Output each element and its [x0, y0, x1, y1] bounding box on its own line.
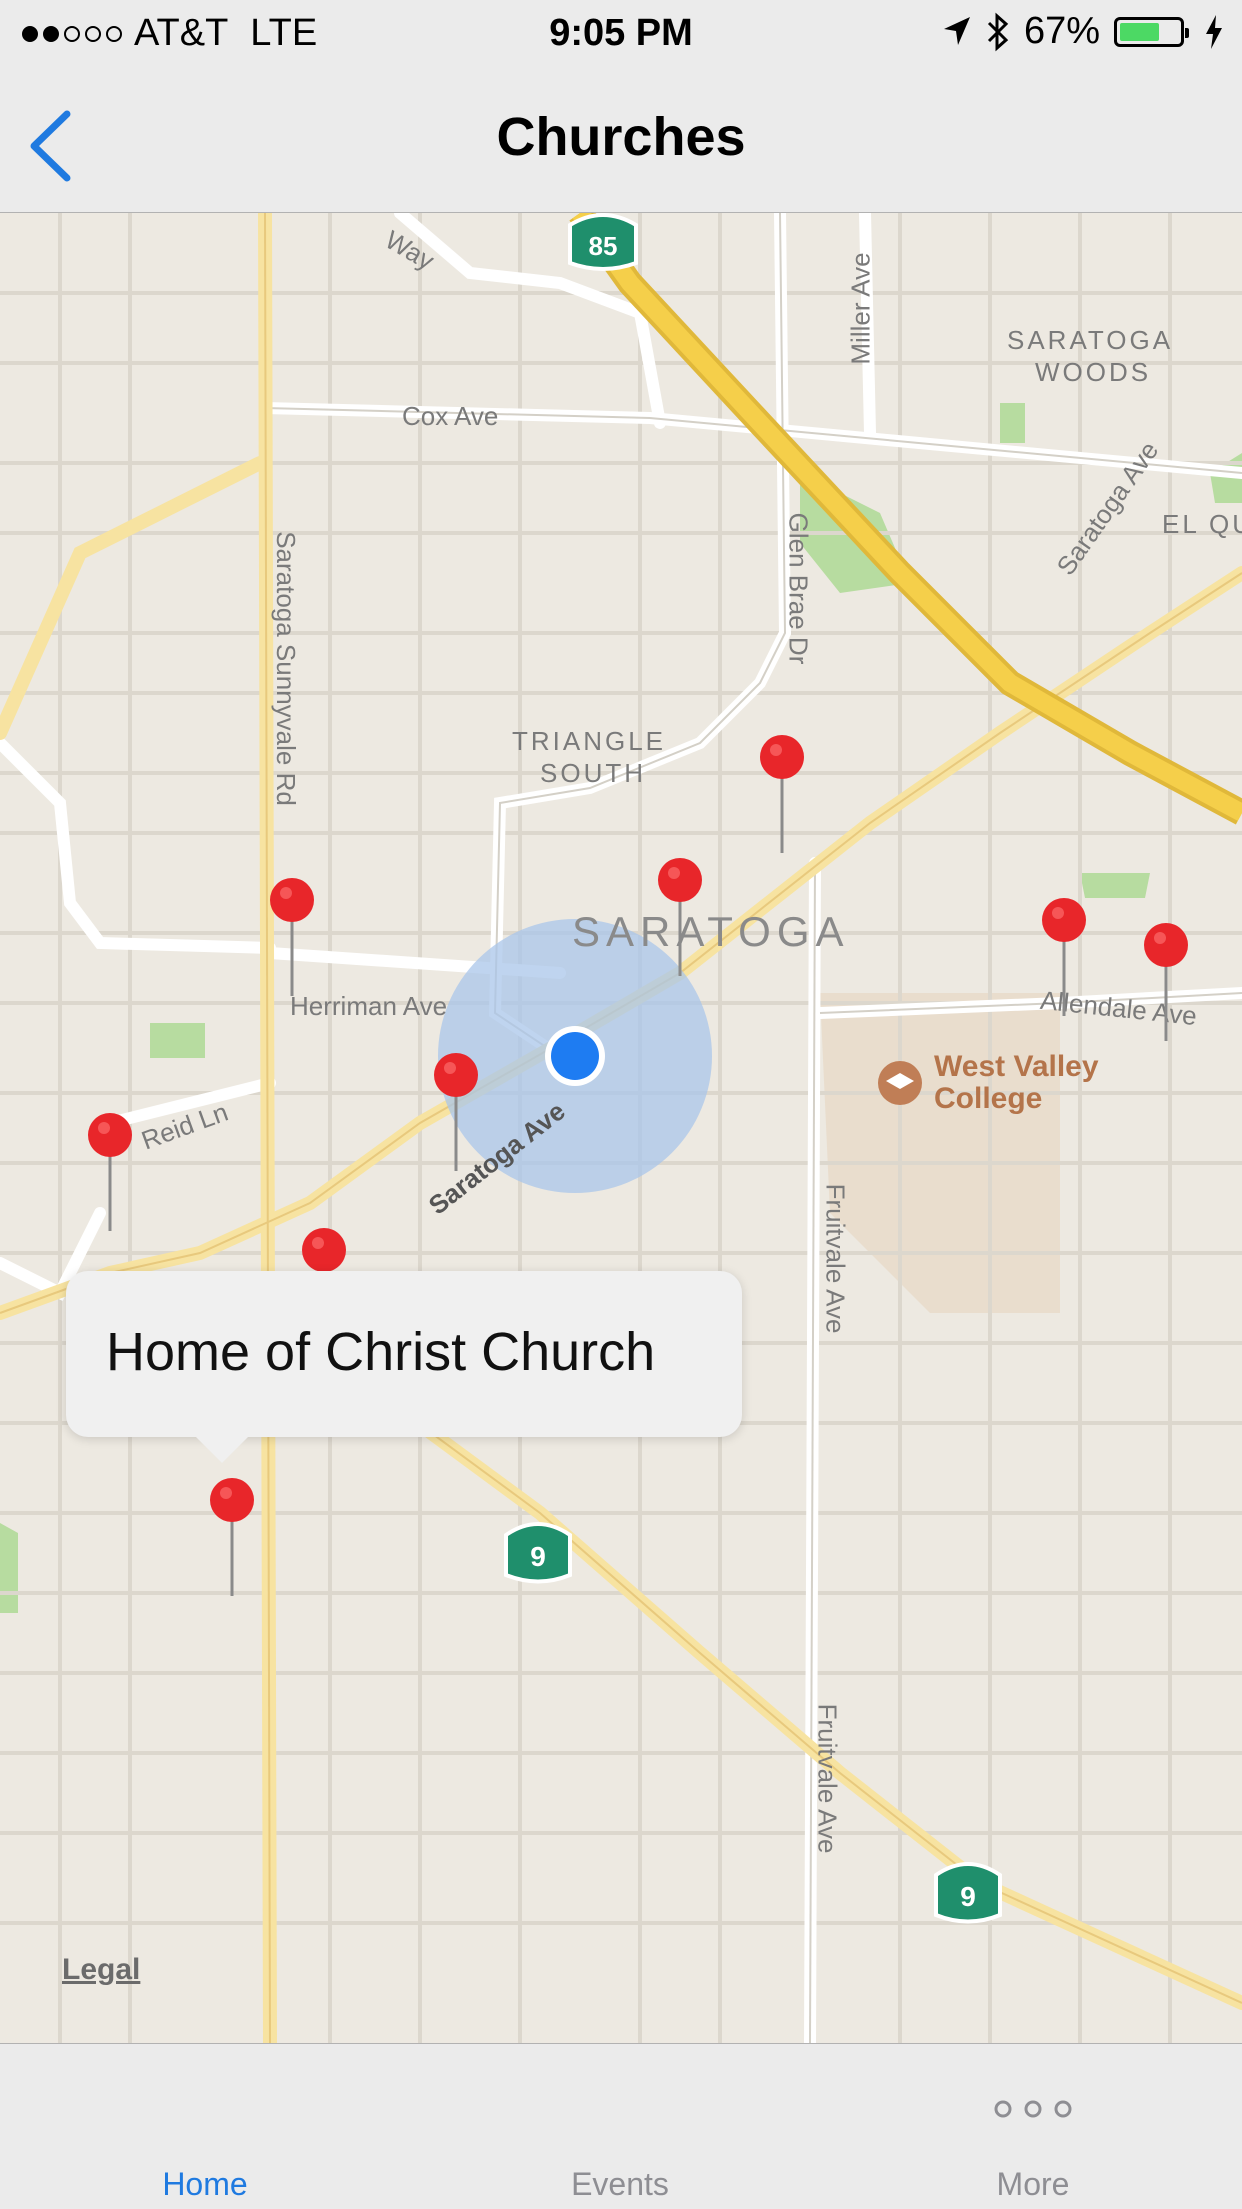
district-label: EL QU [1162, 509, 1242, 539]
tab-label: Events [571, 2166, 669, 2202]
ellipsis-icon[interactable] [988, 2094, 1078, 2124]
street-label: Fruitvale Ave [812, 1703, 843, 1854]
street-label: Cox Ave [402, 401, 499, 431]
battery-icon [1114, 16, 1189, 47]
district-label: SARATOGA [1007, 325, 1174, 355]
battery-percent: 67% [1023, 10, 1100, 52]
navigation-bar: Churches [0, 66, 1242, 213]
selected-church-pin[interactable] [208, 1478, 256, 1608]
street-label: Glen Brae Dr [783, 512, 814, 665]
page-title: Churches [496, 107, 746, 167]
tab-more[interactable]: More [883, 2044, 1183, 2209]
highway-shield-label: 85 [588, 231, 618, 261]
map-pin-icon[interactable] [208, 1478, 256, 1608]
map-pin-icon[interactable] [656, 858, 704, 988]
church-pin[interactable] [1040, 898, 1088, 1028]
map-pin-icon[interactable] [268, 878, 316, 1008]
pin-callout[interactable]: Home of Christ Church [66, 1271, 742, 1463]
bluetooth-icon [987, 12, 1009, 51]
callout-title: Home of Christ Church [106, 1322, 656, 1382]
highway-shield-label: 9 [530, 1541, 546, 1572]
map-pin-icon[interactable] [758, 735, 806, 865]
location-arrow-icon [943, 16, 970, 45]
map-pin-icon[interactable] [1040, 898, 1088, 1028]
charging-bolt-icon [1206, 14, 1222, 49]
tab-label: Home [162, 2166, 248, 2202]
street-label: Saratoga Sunnyvale Rd [270, 531, 301, 806]
status-right: 67% [942, 10, 1224, 53]
district-label: SOUTH [540, 758, 646, 788]
church-pin[interactable] [758, 735, 806, 865]
district-label: TRIANGLE [512, 726, 667, 756]
map-pin-icon[interactable] [1142, 923, 1190, 1053]
user-location-dot [551, 1032, 599, 1080]
district-label: WOODS [1035, 357, 1152, 387]
tab-home[interactable]: Home [55, 2044, 355, 2209]
city-label: SARATOGA [572, 908, 850, 955]
map-view[interactable]: 85 9 9 9 Way Cox Ave Miller Ave Glen Bra… [0, 213, 1242, 2043]
tab-label: More [996, 2166, 1070, 2202]
poi-label[interactable]: West Valley College [934, 1051, 1099, 1115]
church-pin[interactable] [86, 1113, 134, 1243]
church-pin[interactable] [432, 1053, 480, 1183]
map-pin-icon[interactable] [86, 1113, 134, 1243]
status-bar: AT&T LTE 9:05 PM 67% [0, 0, 1242, 66]
street-label: Miller Ave [845, 252, 876, 365]
map-pin-icon[interactable] [432, 1053, 480, 1183]
church-pin[interactable] [656, 858, 704, 988]
church-pin[interactable] [268, 878, 316, 1008]
poi-label-line: College [934, 1082, 1043, 1115]
legal-link[interactable]: Legal [62, 1953, 140, 1987]
tab-bar: Home Events More [0, 2043, 1242, 2209]
tab-events[interactable]: Events [470, 2044, 770, 2209]
street-label: Fruitvale Ave [820, 1183, 851, 1334]
poi-label-line: West Valley [934, 1050, 1099, 1083]
church-pin[interactable] [1142, 923, 1190, 1053]
highway-shield-label: 9 [960, 1881, 976, 1912]
